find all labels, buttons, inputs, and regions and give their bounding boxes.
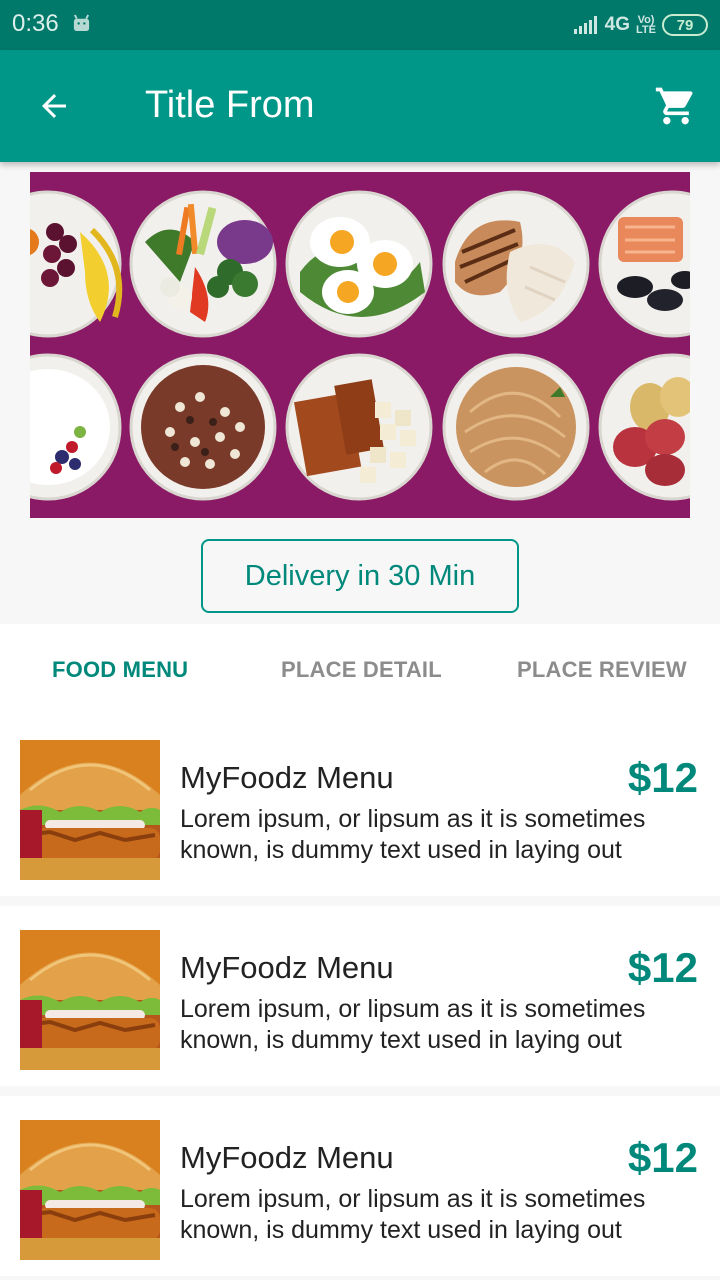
tab-bar: FOOD MENU PLACE DETAIL PLACE REVIEW xyxy=(0,624,720,716)
tab-food-menu[interactable]: FOOD MENU xyxy=(52,657,188,683)
menu-item[interactable]: MyFoodz Menu $12 Lorem ipsum, or lipsum … xyxy=(0,1096,720,1276)
beans-plate xyxy=(129,353,277,501)
battery-level: 79 xyxy=(676,16,694,34)
burger-thumbnail xyxy=(20,740,160,880)
menu-item[interactable]: MyFoodz Menu $12 Lorem ipsum, or lipsum … xyxy=(0,906,720,1086)
menu-item-description: Lorem ipsum, or lipsum as it is sometime… xyxy=(180,805,646,864)
menu-item-price: $12 xyxy=(627,1134,698,1181)
shopping-cart-icon xyxy=(655,87,693,125)
pasta-plate xyxy=(442,353,590,501)
cart-button[interactable] xyxy=(654,84,698,128)
arrow-back-icon xyxy=(42,94,66,118)
menu-item-description: Lorem ipsum, or lipsum as it is sometime… xyxy=(180,995,646,1054)
menu-item[interactable]: MyFoodz Menu $12 Lorem ipsum, or lipsum … xyxy=(0,716,720,896)
status-right-group: 4G Vo) LTE 79 xyxy=(573,12,708,38)
battery-indicator: 79 xyxy=(662,14,708,36)
chicken-plate xyxy=(442,190,590,338)
app-bar: Title From xyxy=(0,50,720,162)
hero-food-image xyxy=(30,172,690,518)
restaurant-header: Delivery in 30 Min xyxy=(0,162,720,624)
menu-item-price: $12 xyxy=(627,944,698,991)
burger-thumbnail xyxy=(20,1120,160,1260)
tab-place-review[interactable]: PLACE REVIEW xyxy=(517,657,687,683)
status-time: 0:36 xyxy=(12,10,59,37)
tab-place-detail[interactable]: PLACE DETAIL xyxy=(281,657,442,683)
food-plates-illustration xyxy=(30,172,690,518)
status-bar: 0:36 4G Vo) LTE 79 xyxy=(0,0,720,50)
volte-indicator: Vo) LTE xyxy=(636,15,656,36)
menu-item-name: MyFoodz Menu xyxy=(180,1140,394,1175)
egg-plate xyxy=(285,190,433,338)
delivery-time-label: Delivery in 30 Min xyxy=(244,559,476,592)
delivery-time-button[interactable]: Delivery in 30 Min xyxy=(201,539,519,613)
signal-strength-icon xyxy=(573,16,597,34)
menu-item-description: Lorem ipsum, or lipsum as it is sometime… xyxy=(180,1185,646,1244)
back-button[interactable] xyxy=(34,86,74,126)
android-notification-icon xyxy=(73,14,90,32)
burger-thumbnail xyxy=(20,930,160,1070)
tofu-plate xyxy=(285,353,433,501)
menu-item-name: MyFoodz Menu xyxy=(180,760,394,795)
volte-bottom-text: LTE xyxy=(636,24,656,36)
menu-item-name: MyFoodz Menu xyxy=(180,950,394,985)
page-title: Title From xyxy=(145,84,315,126)
network-type: 4G xyxy=(604,14,631,35)
menu-item-price: $12 xyxy=(627,754,698,801)
vegetable-plate xyxy=(129,190,277,338)
